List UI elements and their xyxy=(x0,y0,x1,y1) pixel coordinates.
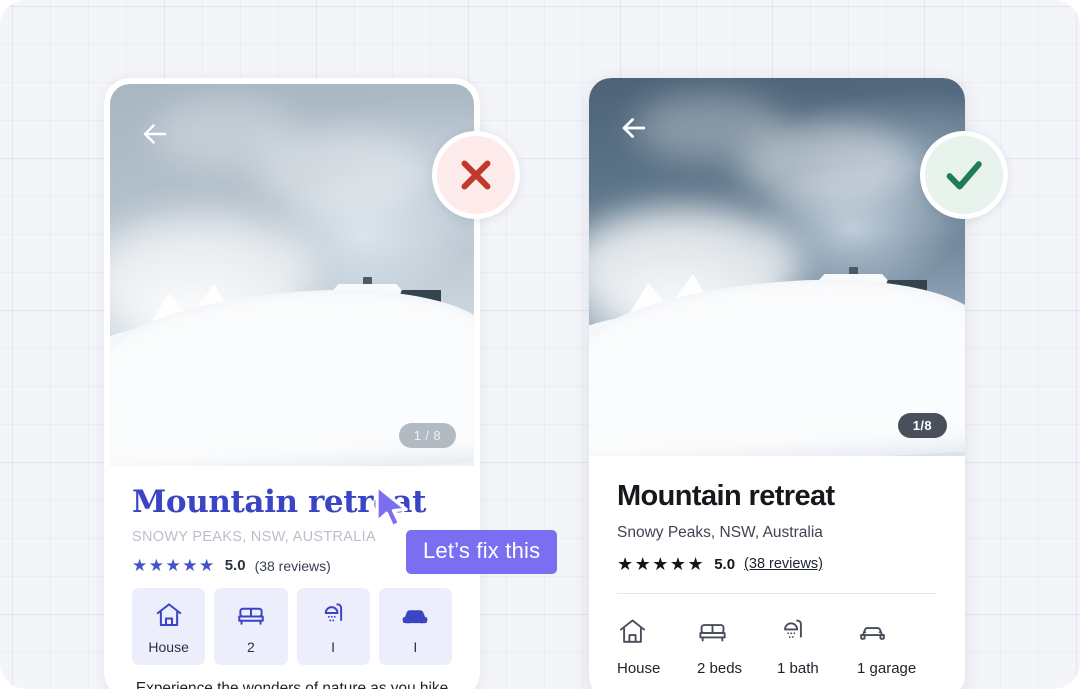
bed-icon xyxy=(697,616,728,647)
page-canvas: 1 / 8 Mountain retreat SNOWY PEAKS, NSW,… xyxy=(0,0,1080,689)
rating-row: ★★★★★ 5.0 (38 reviews) xyxy=(132,557,452,574)
feature-label: House xyxy=(148,639,189,655)
checkmark-icon xyxy=(946,161,982,190)
feature-tiles-before: House 2 I I xyxy=(132,588,452,665)
feature-tile-bath[interactable]: I xyxy=(296,588,370,665)
listing-title: Mountain retreat xyxy=(132,484,427,520)
annotation-tooltip[interactable]: Let’s fix this xyxy=(406,530,558,574)
star-rating-icon: ★★★★★ xyxy=(132,556,216,575)
section-divider xyxy=(617,593,937,594)
listing-info-after: Mountain retreat Snowy Peaks, NSW, Austr… xyxy=(589,480,965,677)
image-counter-badge: 1 / 8 xyxy=(398,423,456,448)
listing-location: SNOWY PEAKS, NSW, AUSTRALIA xyxy=(132,529,376,545)
cloud-shape xyxy=(634,93,785,162)
rating-score: 5.0 xyxy=(224,557,246,574)
feature-label: 2 beds xyxy=(697,660,743,677)
shower-icon xyxy=(318,600,348,630)
star-rating-icon: ★★★★★ xyxy=(617,554,706,574)
feature-tile-garage[interactable]: I xyxy=(378,588,452,665)
listing-info-before: Mountain retreat SNOWY PEAKS, NSW, AUSTR… xyxy=(110,484,474,689)
feature-label: House xyxy=(617,660,661,677)
reviews-link[interactable]: (38 reviews) xyxy=(744,556,823,572)
bed-icon xyxy=(236,600,266,630)
car-icon xyxy=(400,600,430,630)
back-arrow-icon[interactable] xyxy=(617,111,651,145)
hero-image-after: 1/8 xyxy=(589,78,965,456)
feature-label: I xyxy=(413,639,418,655)
feature-item-house[interactable]: House xyxy=(617,616,697,677)
feature-tile-house[interactable]: House xyxy=(132,588,206,665)
listing-title: Mountain retreat xyxy=(617,480,835,512)
feature-item-garage[interactable]: 1 garage xyxy=(857,616,937,677)
rating-score: 5.0 xyxy=(714,555,736,573)
house-icon xyxy=(154,600,184,630)
feature-label: 2 xyxy=(246,639,255,655)
car-icon xyxy=(857,616,888,647)
listing-card-after: 1/8 Mountain retreat Snowy Peaks, NSW, A… xyxy=(589,78,965,689)
listing-location: Snowy Peaks, NSW, Australia xyxy=(617,524,823,541)
back-arrow-icon[interactable] xyxy=(138,117,172,151)
rating-row: ★★★★★ 5.0 (38 reviews) xyxy=(617,555,937,573)
status-badge-error xyxy=(432,131,520,219)
house-icon xyxy=(617,616,648,647)
feature-tile-beds[interactable]: 2 xyxy=(214,588,288,665)
status-badge-success xyxy=(920,131,1008,219)
shower-icon xyxy=(777,616,808,647)
feature-item-bath[interactable]: 1 bath xyxy=(777,616,857,677)
hero-image-before: 1 / 8 xyxy=(110,84,474,466)
feature-item-beds[interactable]: 2 beds xyxy=(697,616,777,677)
feature-label: 1 bath xyxy=(777,660,819,677)
listing-description: Experience the wonders of nature as you … xyxy=(135,680,449,689)
listing-card-before: 1 / 8 Mountain retreat SNOWY PEAKS, NSW,… xyxy=(104,78,480,689)
close-x-icon xyxy=(461,160,491,190)
feature-label: 1 garage xyxy=(857,660,917,677)
feature-label: I xyxy=(331,639,336,655)
feature-row-after: House 2 beds 1 bath 1 garage xyxy=(617,616,937,677)
cloud-shape xyxy=(153,99,300,169)
reviews-count: (38 reviews) xyxy=(254,557,331,574)
image-counter-badge: 1/8 xyxy=(897,413,947,438)
